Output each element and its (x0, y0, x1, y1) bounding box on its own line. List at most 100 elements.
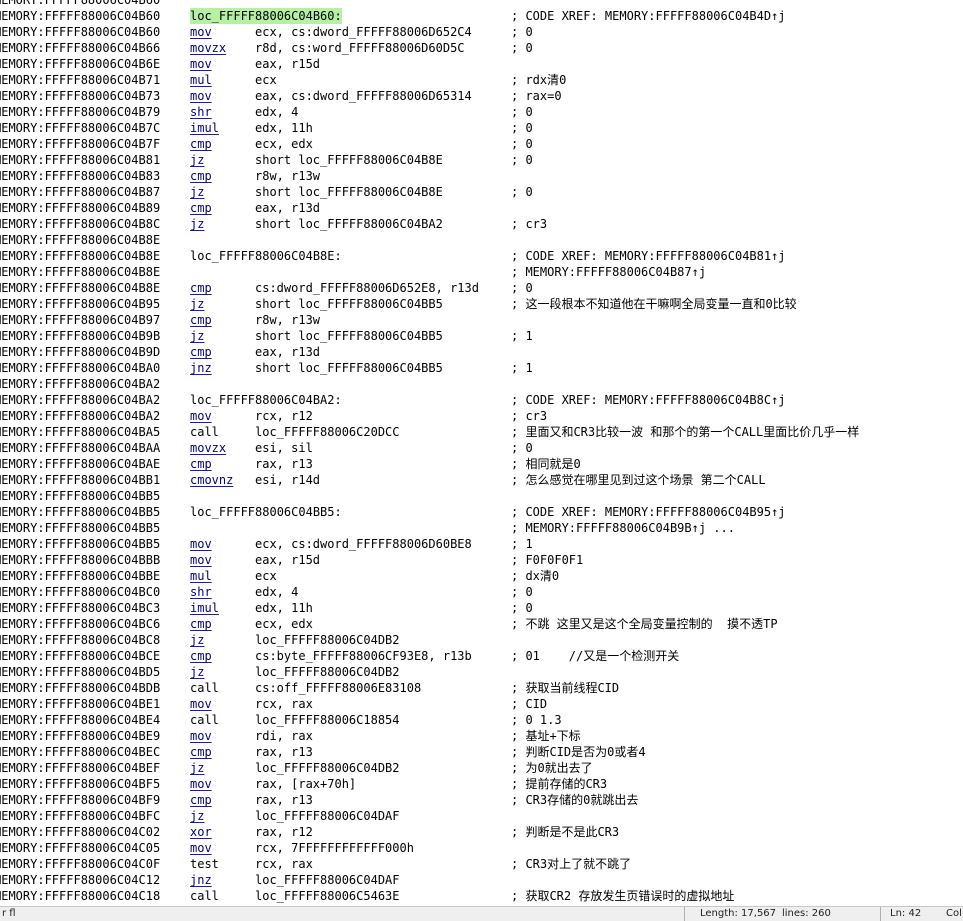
instruction-operands[interactable]: loc_FFFFF88006C04DB2 (255, 664, 400, 680)
instruction-mnemonic[interactable]: cmp (190, 648, 212, 664)
instruction-operands[interactable]: short loc_FFFFF88006C04BB5 (255, 328, 443, 344)
instruction-mnemonic[interactable]: mov (190, 696, 212, 712)
instruction-operands[interactable]: short loc_FFFFF88006C04BA2 (255, 216, 443, 232)
instruction-operands[interactable]: cs:byte_FFFFF88006CF93E8, r13b (255, 648, 472, 664)
instruction-mnemonic[interactable]: jz (190, 184, 204, 200)
instruction-operands[interactable]: edx, 4 (255, 584, 298, 600)
instruction-mnemonic[interactable]: cmp (190, 168, 212, 184)
instruction-mnemonic[interactable]: mov (190, 728, 212, 744)
instruction-mnemonic[interactable]: mov (190, 24, 212, 40)
instruction-mnemonic[interactable]: call (190, 888, 219, 904)
instruction-mnemonic[interactable]: imul (190, 600, 219, 616)
instruction-operands[interactable]: loc_FFFFF88006C20DCC (255, 424, 400, 440)
instruction-operands[interactable]: eax, cs:dword_FFFFF88006D65314 (255, 88, 472, 104)
instruction-mnemonic[interactable]: jz (190, 632, 204, 648)
line-comment: ; CR3存储的0就跳出去 (511, 793, 639, 807)
instruction-mnemonic[interactable]: cmp (190, 200, 212, 216)
instruction-mnemonic[interactable]: cmp (190, 344, 212, 360)
instruction-mnemonic[interactable]: cmp (190, 792, 212, 808)
instruction-mnemonic[interactable]: jz (190, 664, 204, 680)
instruction-mnemonic[interactable]: mov (190, 536, 212, 552)
instruction-operands[interactable]: eax, r15d (255, 56, 320, 72)
instruction-operands[interactable]: rcx, rax (255, 696, 313, 712)
instruction-mnemonic[interactable]: movzx (190, 440, 226, 456)
instruction-mnemonic[interactable]: jz (190, 328, 204, 344)
instruction-operands[interactable]: rcx, r12 (255, 408, 313, 424)
instruction-operands[interactable]: edx, 4 (255, 104, 298, 120)
instruction-mnemonic[interactable]: jz (190, 216, 204, 232)
instruction-mnemonic[interactable]: call (190, 424, 219, 440)
instruction-operands[interactable]: ecx, edx (255, 136, 313, 152)
instruction-mnemonic[interactable]: jz (190, 152, 204, 168)
instruction-mnemonic[interactable]: shr (190, 104, 212, 120)
instruction-mnemonic[interactable]: jz (190, 808, 204, 824)
instruction-operands[interactable]: edx, 11h (255, 600, 313, 616)
instruction-mnemonic[interactable]: mul (190, 72, 212, 88)
instruction-operands[interactable]: rax, r13 (255, 744, 313, 760)
code-label[interactable]: loc_FFFFF88006C04B60: (190, 8, 342, 24)
instruction-operands[interactable]: cs:off_FFFFF88006E83108 (255, 680, 421, 696)
instruction-operands[interactable]: short loc_FFFFF88006C04B8E (255, 152, 443, 168)
instruction-operands[interactable]: rax, [rax+70h] (255, 776, 356, 792)
instruction-mnemonic[interactable]: mul (190, 568, 212, 584)
instruction-mnemonic[interactable]: cmp (190, 456, 212, 472)
instruction-operands[interactable]: ecx, edx (255, 616, 313, 632)
instruction-operands[interactable]: eax, r13d (255, 344, 320, 360)
instruction-mnemonic[interactable]: cmp (190, 136, 212, 152)
instruction-mnemonic[interactable]: mov (190, 776, 212, 792)
instruction-operands[interactable]: r8w, r13w (255, 312, 320, 328)
instruction-mnemonic[interactable]: imul (190, 120, 219, 136)
instruction-mnemonic[interactable]: jnz (190, 360, 212, 376)
instruction-mnemonic[interactable]: cmp (190, 280, 212, 296)
instruction-mnemonic[interactable]: xor (190, 824, 212, 840)
instruction-operands[interactable]: r8w, r13w (255, 168, 320, 184)
instruction-mnemonic[interactable]: mov (190, 552, 212, 568)
instruction-operands[interactable]: short loc_FFFFF88006C04BB5 (255, 296, 443, 312)
instruction-operands[interactable]: esi, sil (255, 440, 313, 456)
code-label[interactable]: loc_FFFFF88006C04B8E: (190, 248, 342, 264)
instruction-operands[interactable]: loc_FFFFF88006C04DB2 (255, 632, 400, 648)
disassembly-listing[interactable]: MEMORY:FFFFF88006C04B60 MEMORY:FFFFF88006… (0, 0, 963, 906)
instruction-mnemonic[interactable]: mov (190, 88, 212, 104)
instruction-operands[interactable]: rcx, 7FFFFFFFFFFFF000h (255, 840, 414, 856)
instruction-operands[interactable]: loc_FFFFF88006C5463E (255, 888, 400, 904)
instruction-mnemonic[interactable]: mov (190, 56, 212, 72)
instruction-mnemonic[interactable]: call (190, 712, 219, 728)
instruction-mnemonic[interactable]: jnz (190, 872, 212, 888)
instruction-mnemonic[interactable]: cmp (190, 616, 212, 632)
instruction-mnemonic[interactable]: shr (190, 584, 212, 600)
instruction-operands[interactable]: r8d, cs:word_FFFFF88006D60D5C (255, 40, 465, 56)
instruction-operands[interactable]: ecx (255, 568, 277, 584)
instruction-operands[interactable]: loc_FFFFF88006C18854 (255, 712, 400, 728)
instruction-operands[interactable]: eax, r15d (255, 552, 320, 568)
instruction-mnemonic[interactable]: test (190, 856, 219, 872)
instruction-mnemonic[interactable]: cmp (190, 312, 212, 328)
instruction-operands[interactable]: loc_FFFFF88006C04DB2 (255, 760, 400, 776)
code-label[interactable]: loc_FFFFF88006C04BB5: (190, 504, 342, 520)
instruction-mnemonic[interactable]: jz (190, 760, 204, 776)
instruction-mnemonic[interactable]: movzx (190, 40, 226, 56)
instruction-mnemonic[interactable]: mov (190, 840, 212, 856)
instruction-operands[interactable]: ecx, cs:dword_FFFFF88006D652C4 (255, 24, 472, 40)
code-label[interactable]: loc_FFFFF88006C04BA2: (190, 392, 342, 408)
instruction-operands[interactable]: esi, r14d (255, 472, 320, 488)
instruction-mnemonic[interactable]: mov (190, 408, 212, 424)
instruction-mnemonic[interactable]: cmp (190, 744, 212, 760)
instruction-operands[interactable]: rax, r13 (255, 456, 313, 472)
instruction-operands[interactable]: loc_FFFFF88006C04DAF (255, 808, 400, 824)
instruction-operands[interactable]: short loc_FFFFF88006C04B8E (255, 184, 443, 200)
instruction-operands[interactable]: ecx, cs:dword_FFFFF88006D60BE8 (255, 536, 472, 552)
instruction-operands[interactable]: rdi, rax (255, 728, 313, 744)
instruction-operands[interactable]: ecx (255, 72, 277, 88)
instruction-operands[interactable]: rax, r12 (255, 824, 313, 840)
instruction-operands[interactable]: eax, r13d (255, 200, 320, 216)
instruction-mnemonic[interactable]: cmovnz (190, 472, 233, 488)
instruction-operands[interactable]: edx, 11h (255, 120, 313, 136)
instruction-operands[interactable]: cs:dword_FFFFF88006D652E8, r13d (255, 280, 479, 296)
instruction-operands[interactable]: short loc_FFFFF88006C04BB5 (255, 360, 443, 376)
instruction-mnemonic[interactable]: jz (190, 296, 204, 312)
instruction-operands[interactable]: loc_FFFFF88006C04DAF (255, 872, 400, 888)
instruction-operands[interactable]: rax, r13 (255, 792, 313, 808)
instruction-operands[interactable]: rcx, rax (255, 856, 313, 872)
instruction-mnemonic[interactable]: call (190, 680, 219, 696)
